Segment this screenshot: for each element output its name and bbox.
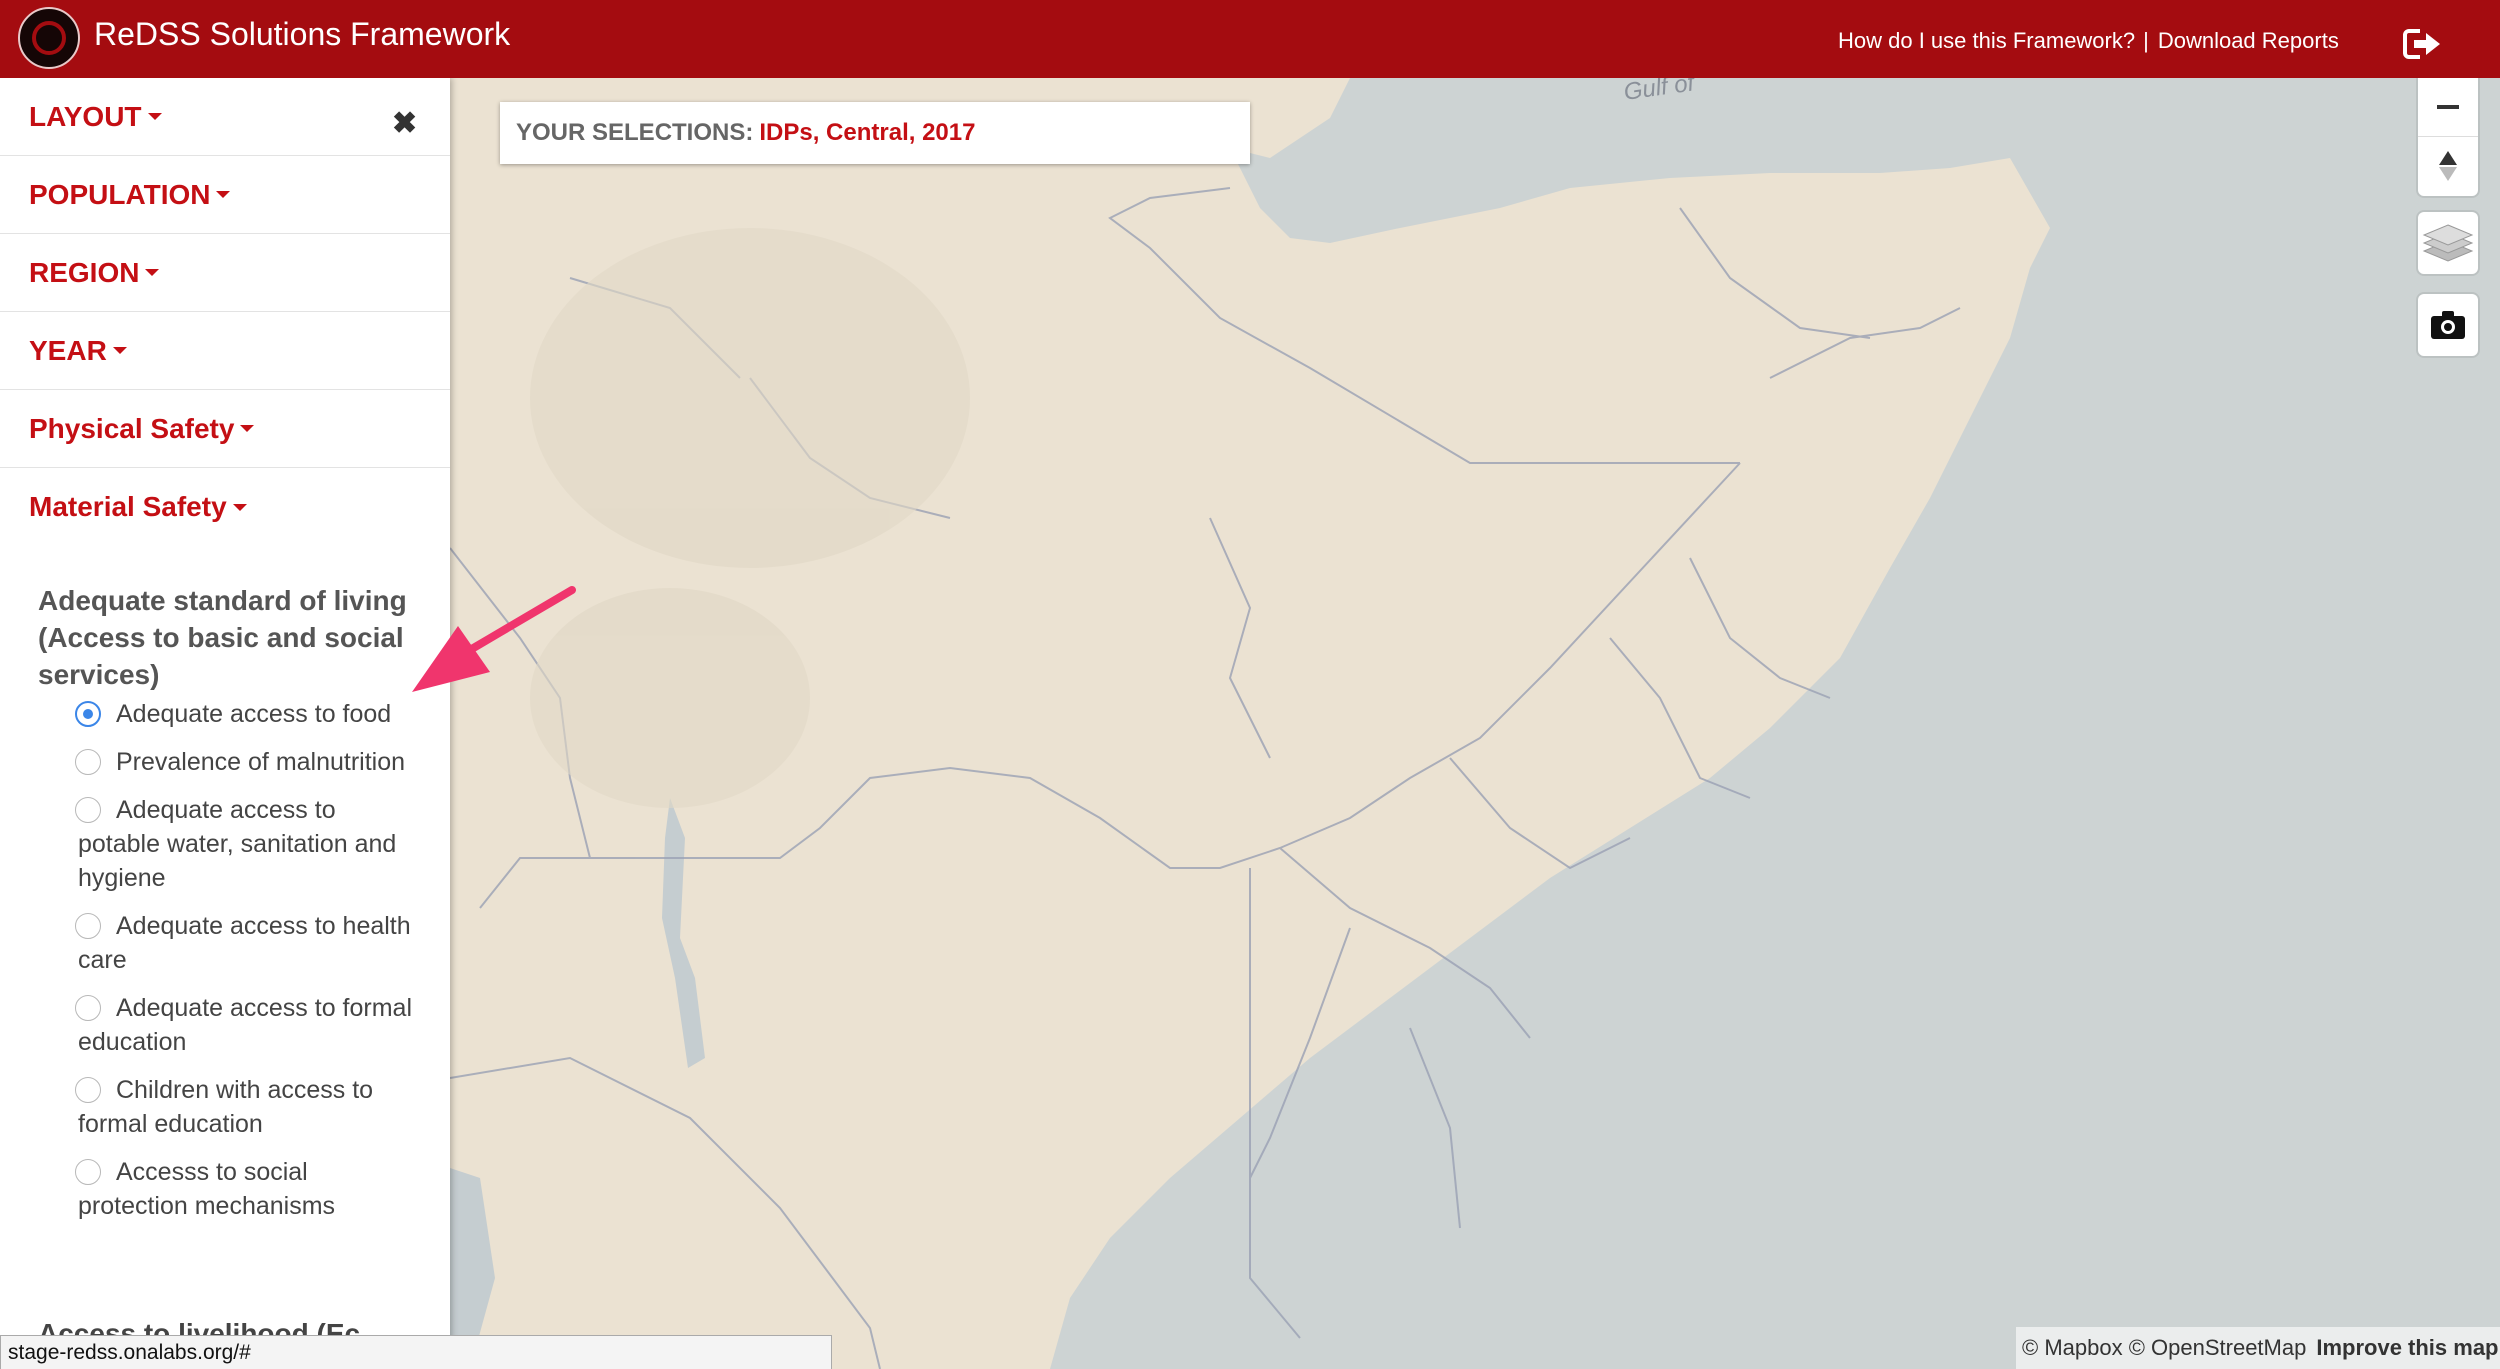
menu-material-safety-label: Material Safety [29,491,227,522]
menu-region-label: REGION [29,256,140,288]
radio-unchecked[interactable] [75,1077,101,1103]
help-link[interactable]: How do I use this Framework? [1838,28,2135,54]
menu-physical-safety[interactable]: Physical Safety [0,390,450,468]
zoom-out-icon [2437,105,2459,109]
menu-population[interactable]: POPULATION [0,156,450,234]
annotation-arrow-icon [412,586,576,692]
camera-icon [2431,311,2465,339]
close-icon[interactable]: ✖ [392,106,417,141]
indicator-option[interactable]: Prevalence of malnutrition [38,745,418,779]
selection-box: YOUR SELECTIONS: IDPs, Central, 2017 [500,102,1250,164]
indicator-group-heading: Adequate standard of living (Access to b… [38,585,407,690]
logout-icon[interactable] [2400,26,2444,62]
app-header: ReDSS Solutions Framework How do I use t… [0,0,2500,78]
indicator-option[interactable]: Adequate access to food [38,697,418,731]
menu-year-label: YEAR [29,334,107,366]
menu-layout-label: LAYOUT [29,100,142,132]
status-url: stage-redss.onalabs.org/# [8,1340,251,1364]
nav-separator: | [2143,28,2149,53]
menu-physical-safety-label: Physical Safety [29,412,235,444]
caret-down-icon [232,503,247,511]
radio-checked[interactable] [75,701,101,727]
indicator-option-label: Prevalence of malnutrition [116,748,406,776]
indicator-option[interactable]: Adequate access to health care [38,909,418,977]
menu-population-label: POPULATION [29,178,211,210]
screenshot-button[interactable] [2418,294,2478,356]
selection-value: IDPs, Central, 2017 [759,119,976,146]
app-title: ReDSS Solutions Framework [94,16,511,52]
indicator-group: Adequate standard of living (Access to b… [38,582,438,1223]
map-attribution: © Mapbox © OpenStreetMap Improve this ma… [2016,1327,2500,1369]
radio-unchecked[interactable] [75,749,101,775]
indicator-option-label: Accesss to social protection mechanisms [78,1158,336,1220]
compass-button[interactable] [2418,137,2478,195]
attribution-text[interactable]: © Mapbox © OpenStreetMap [2022,1335,2306,1361]
indicator-option[interactable]: Adequate access to potable water, sanita… [38,793,418,895]
selection-label: YOUR SELECTIONS: [516,119,754,146]
zoom-out-button[interactable] [2418,78,2478,137]
menu-region[interactable]: REGION [0,234,450,312]
caret-down-icon [240,425,255,432]
compass-icon [2439,151,2457,181]
radio-unchecked[interactable] [75,797,101,823]
radio-unchecked[interactable] [75,1159,101,1185]
map-canvas[interactable]: Gulf of [450,78,2500,1369]
layers-button[interactable] [2418,212,2478,274]
redss-logo-icon[interactable] [18,7,80,69]
indicator-option[interactable]: Children with access to formal education [38,1073,418,1141]
menu-material-safety[interactable]: Material Safety [0,468,450,546]
menu-layout[interactable]: LAYOUT ✖ [0,78,450,156]
caret-down-icon [112,347,127,354]
menu-year[interactable]: YEAR [0,312,450,390]
download-reports-link[interactable]: Download Reports [2158,28,2339,54]
indicator-option-label: Adequate access to food [116,700,392,728]
improve-map-link[interactable]: Improve this map [2316,1335,2498,1361]
indicator-option[interactable]: Adequate access to formal education [38,991,418,1059]
caret-down-icon [145,269,160,276]
header-nav: How do I use this Framework? | Download … [1838,28,2339,54]
layers-icon [2422,224,2474,262]
caret-down-icon [216,191,231,198]
indicator-option-label: Adequate access to health care [78,912,411,974]
radio-unchecked[interactable] [75,995,101,1021]
indicator-option[interactable]: Accesss to social protection mechanisms [38,1155,418,1223]
radio-unchecked[interactable] [75,913,101,939]
browser-status-bar: stage-redss.onalabs.org/# [0,1335,832,1369]
zoom-controls [2418,78,2478,196]
caret-down-icon [147,113,162,120]
indicator-option-label: Children with access to formal education [78,1076,374,1138]
indicator-option-label: Adequate access to potable water, sanita… [78,796,397,892]
indicator-option-label: Adequate access to formal education [78,994,412,1056]
filter-sidebar: LAYOUT ✖ POPULATION REGION YEAR Physical… [0,78,450,1369]
